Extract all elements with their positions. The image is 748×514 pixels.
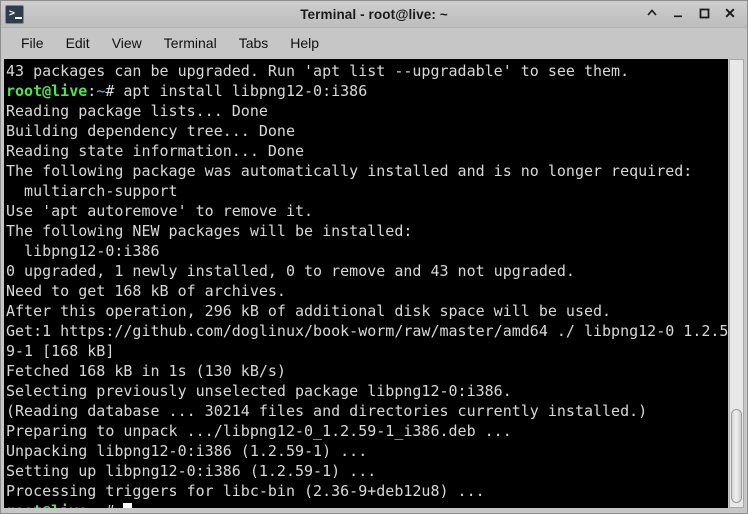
scrollbar-thumb[interactable]	[731, 408, 742, 503]
terminal-line: Fetched 168 kB in 1s (130 kB/s)	[6, 361, 728, 381]
prompt-user-host: root@live	[6, 82, 88, 100]
terminal-line: Reading package lists... Done	[6, 101, 728, 121]
terminal-text: Setting up libpng12-0:i386 (1.2.59-1) ..…	[6, 462, 377, 480]
terminal-line: (Reading database ... 30214 files and di…	[6, 401, 728, 421]
prompt-path: ~	[96, 502, 105, 508]
terminal-text: Building dependency tree... Done	[6, 122, 295, 140]
maximize-button[interactable]	[697, 6, 711, 22]
terminal-text: 9-1 [168 kB]	[6, 342, 115, 360]
window-title: Terminal - root@live: ~	[300, 6, 448, 22]
terminal-text: 0 upgraded, 1 newly installed, 0 to remo…	[6, 262, 575, 280]
terminal-output-area[interactable]: 43 packages can be upgraded. Run 'apt li…	[4, 59, 728, 508]
menu-item-terminal[interactable]: Terminal	[153, 32, 228, 54]
prompt-underscore-glyph	[15, 16, 22, 19]
terminal-line: Get:1 https://github.com/doglinux/book-w…	[6, 321, 728, 341]
vertical-scrollbar[interactable]	[729, 59, 744, 508]
terminal-icon: >	[5, 4, 24, 24]
terminal-body: 43 packages can be upgraded. Run 'apt li…	[1, 57, 747, 513]
terminal-line: Use 'apt autoremove' to remove it.	[6, 201, 728, 221]
terminal-line: 43 packages can be upgraded. Run 'apt li…	[6, 61, 728, 81]
menu-item-tabs[interactable]: Tabs	[228, 32, 280, 54]
prompt-user-host: root@live	[6, 502, 87, 508]
terminal-line: 0 upgraded, 1 newly installed, 0 to remo…	[6, 261, 728, 281]
terminal-text: The following NEW packages will be insta…	[6, 222, 413, 240]
terminal-line: Need to get 168 kB of archives.	[6, 281, 728, 301]
menu-item-view[interactable]: View	[101, 32, 153, 54]
terminal-text: Reading state information... Done	[6, 142, 305, 160]
menubar: File Edit View Terminal Tabs Help	[1, 28, 747, 57]
terminal-window: > Terminal - root@live: ~ File Edit View…	[0, 0, 748, 514]
menu-item-help[interactable]: Help	[279, 32, 330, 54]
terminal-text: Use 'apt autoremove' to remove it.	[6, 202, 314, 220]
terminal-line: 9-1 [168 kB]	[6, 341, 728, 361]
terminal-text: Unpacking libpng12-0:i386 (1.2.59-1) ...	[6, 442, 368, 460]
terminal-text: Need to get 168 kB of archives.	[6, 282, 286, 300]
terminal-line: Selecting previously unselected package …	[6, 381, 728, 401]
minimize-button[interactable]	[671, 6, 685, 22]
terminal-line: root@live:~#	[6, 501, 728, 508]
terminal-text: Preparing to unpack .../libpng12-0_1.2.5…	[6, 422, 512, 440]
terminal-line: Processing triggers for libc-bin (2.36-9…	[6, 481, 728, 501]
terminal-text: After this operation, 296 kB of addition…	[6, 302, 612, 320]
prompt-path: ~	[96, 82, 106, 100]
terminal-text: libpng12-0:i386	[6, 242, 160, 260]
prompt-separator: :	[87, 502, 96, 508]
terminal-text: 43 packages can be upgraded. Run 'apt li…	[6, 62, 630, 80]
terminal-line: Preparing to unpack .../libpng12-0_1.2.5…	[6, 421, 728, 441]
terminal-line: Setting up libpng12-0:i386 (1.2.59-1) ..…	[6, 461, 728, 481]
menu-item-file[interactable]: File	[10, 32, 55, 54]
terminal-line: The following package was automatically …	[6, 161, 728, 181]
terminal-text: Fetched 168 kB in 1s (130 kB/s)	[6, 362, 286, 380]
terminal-command: apt install libpng12-0:i386	[123, 82, 368, 100]
terminal-text: Reading package lists... Done	[6, 102, 268, 120]
terminal-text: Get:1 https://github.com/doglinux/book-w…	[6, 322, 728, 340]
shade-button[interactable]	[645, 6, 659, 22]
menu-item-edit[interactable]: Edit	[55, 32, 101, 54]
terminal-line: After this operation, 296 kB of addition…	[6, 301, 728, 321]
terminal-text: (Reading database ... 30214 files and di…	[6, 402, 648, 420]
terminal-text: Processing triggers for libc-bin (2.36-9…	[6, 482, 485, 500]
prompt-sigil: #	[105, 82, 124, 100]
terminal-line: root@live:~# apt install libpng12-0:i386	[6, 81, 728, 101]
terminal-line: libpng12-0:i386	[6, 241, 728, 261]
terminal-line: multiarch-support	[6, 181, 728, 201]
terminal-screen: 43 packages can be upgraded. Run 'apt li…	[6, 61, 728, 508]
terminal-text: Selecting previously unselected package …	[6, 382, 512, 400]
terminal-text: The following package was automatically …	[6, 162, 693, 180]
terminal-line: Reading state information... Done	[6, 141, 728, 161]
terminal-line: The following NEW packages will be insta…	[6, 221, 728, 241]
terminal-text: multiarch-support	[6, 182, 178, 200]
prompt-sigil: #	[105, 502, 123, 508]
terminal-line: Building dependency tree... Done	[6, 121, 728, 141]
close-button[interactable]	[723, 6, 737, 22]
window-titlebar[interactable]: > Terminal - root@live: ~	[1, 1, 747, 28]
window-controls	[645, 6, 743, 22]
terminal-line: Unpacking libpng12-0:i386 (1.2.59-1) ...	[6, 441, 728, 461]
text-cursor	[123, 503, 133, 508]
prompt-separator: :	[87, 82, 97, 100]
